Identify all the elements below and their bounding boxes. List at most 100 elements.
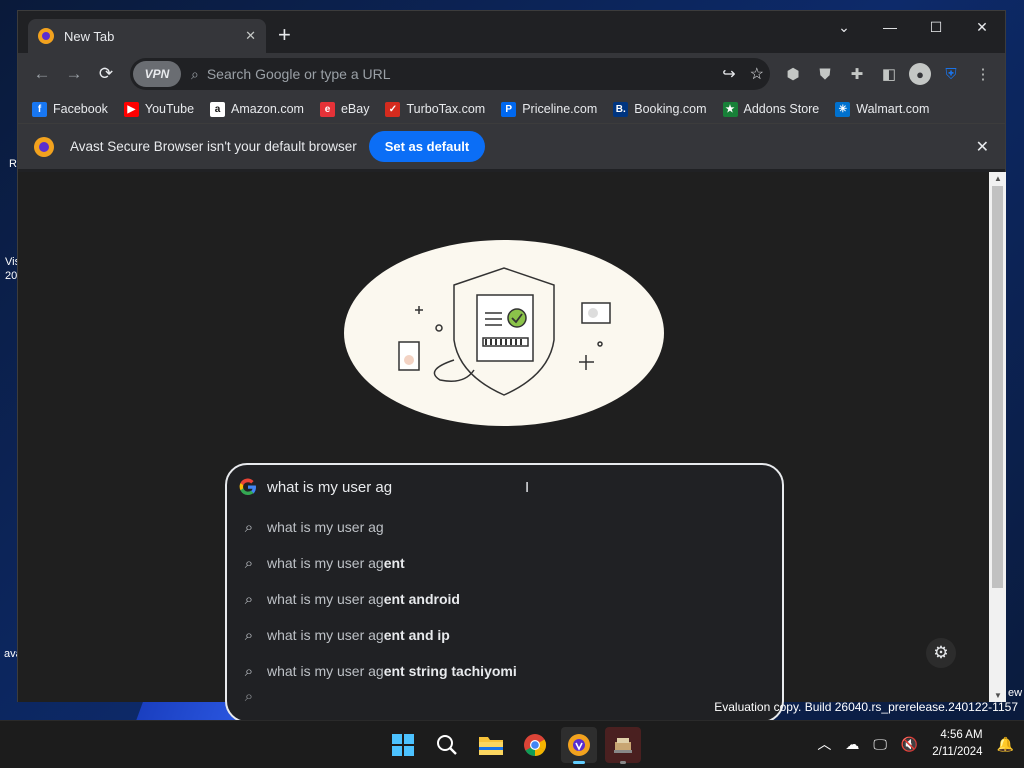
windows-logo-icon [392,734,414,756]
security-shield-icon[interactable]: ⛨ [939,58,963,90]
app-taskbar-button[interactable] [605,727,641,764]
facebook-icon: f [32,101,47,117]
new-tab-button[interactable]: + [278,23,291,47]
search-query-text: what is my user ag [267,478,393,496]
scrollbar-thumb[interactable] [992,186,1003,588]
default-browser-infobar: Avast Secure Browser isn't your default … [18,123,1005,169]
tab-title: New Tab [64,28,115,44]
onedrive-cloud-icon[interactable]: ☁ [845,736,859,753]
forward-button[interactable]: → [58,58,90,90]
google-logo-icon [237,476,259,498]
desktop-label-fragment: 20 [5,270,18,282]
back-button[interactable]: ← [26,58,58,90]
suggestion-item[interactable]: ⌕ what is my user ag ent [227,545,782,581]
chrome-icon [524,734,546,756]
taskbar-clock[interactable]: 4:56 AM 2/11/2024 [932,727,982,761]
close-window-button[interactable]: ✕ [959,11,1005,43]
suggestion-text: what is my user ag [267,627,384,643]
addons-icon: ★ [722,101,738,117]
suggestion-item[interactable]: ⌕ what is my user ag ent string tachiyomi [227,653,782,689]
vpn-button[interactable]: VPN [133,61,181,87]
menu-kebab-icon[interactable]: ⋮ [971,58,995,90]
youtube-icon: ▶ [123,101,139,117]
page-scrollbar[interactable]: ▲ ▼ [989,172,1006,702]
extensions-puzzle-icon[interactable]: ✚ [845,58,869,90]
avast-browser-icon [568,734,590,756]
minimize-button[interactable]: — [867,11,913,43]
browser-toolbar: ← → ⟳ VPN ⌕ Search Google or type a URL … [18,53,1005,95]
omnibox[interactable]: VPN ⌕ Search Google or type a URL ↪ ☆ [130,58,770,90]
tab-strip: New Tab ✕ + ⌄ — ☐ ✕ [18,11,1005,53]
evaluation-watermark: Evaluation copy. Build 26040.rs_prerelea… [714,700,1018,714]
tab-new-tab[interactable]: New Tab ✕ [28,19,266,53]
tab-close-icon[interactable]: ✕ [245,28,256,44]
share-icon[interactable]: ↪ [722,64,735,84]
bookmark-item[interactable]: ★ Addons Store [722,101,819,117]
suggestion-item[interactable]: ⌕ what is my user ag [227,509,782,545]
folder-icon [479,737,503,755]
taskbar-search-button[interactable] [429,727,465,763]
search-icon: ⌕ [244,518,254,536]
chrome-taskbar-button[interactable] [517,727,553,763]
search-autocomplete-box[interactable]: what is my user ag I ⌕ what is my user ag… [225,463,784,723]
scroll-up-arrow-icon[interactable]: ▲ [994,174,1002,183]
bookmark-label: eBay [340,102,370,116]
clock-date: 2/11/2024 [932,746,983,758]
volume-muted-icon[interactable]: 🔇 [901,736,918,753]
search-icon: ⌕ [244,590,254,608]
maximize-button[interactable]: ☐ [913,11,959,43]
bookmark-label: Walmart.com [856,102,930,116]
search-input[interactable]: what is my user ag I [227,465,782,509]
file-explorer-button[interactable] [473,727,509,763]
reload-button[interactable]: ⟳ [90,58,122,90]
infobar-message: Avast Secure Browser isn't your default … [70,139,357,154]
customize-settings-icon[interactable]: ⚙ [926,638,956,668]
bookmark-label: Booking.com [634,102,707,116]
bookmarks-bar: f Facebook ▶ YouTube a Amazon.com e eBay ✓ TurboT… [18,95,1005,123]
system-tray: ︿ ☁ 🖵 🔇 4:56 AM 2/11/2024 🔔 [817,727,1014,761]
bookmark-star-icon[interactable]: ☆ [750,64,764,84]
bookmark-item[interactable]: f Facebook [32,101,108,117]
window-controls: ⌄ — ☐ ✕ [821,11,1005,43]
privacy-guard-icon[interactable]: ⬢ [781,58,805,90]
bookmark-item[interactable]: P Priceline.com [501,101,597,117]
search-icon [437,735,457,755]
search-icon: ⌕ [191,65,199,82]
show-hidden-icons-chevron-icon[interactable]: ︿ [817,734,831,754]
avast-browser-taskbar-button[interactable] [561,727,597,764]
shield-extension-icon[interactable]: ⛊ [813,58,837,90]
scroll-down-arrow-icon[interactable]: ▼ [994,691,1002,700]
priceline-icon: P [501,101,517,117]
suggestion-text: what is my user ag [267,591,384,607]
tab-search-chevron-icon[interactable]: ⌄ [821,11,867,43]
active-app-indicator [573,761,585,764]
package-app-icon [614,738,632,753]
amazon-icon: a [210,101,226,117]
sidebar-toggle-icon[interactable]: ◧ [877,58,901,90]
walmart-icon: ✳ [835,101,851,117]
turbotax-icon: ✓ [385,101,401,117]
bookmark-item[interactable]: B. Booking.com [613,101,707,117]
suggestion-item-clipped[interactable]: ⌕ [227,689,782,703]
bookmark-item[interactable]: ✓ TurboTax.com [385,101,485,117]
desktop-label-fragment: ew [1008,687,1023,699]
bookmark-item[interactable]: a Amazon.com [210,101,304,117]
suggestion-completion: ent string tachiyomi [383,663,517,679]
profile-avatar-icon[interactable]: ● [909,63,931,85]
bookmark-item[interactable]: ▶ YouTube [123,101,194,117]
clock-time: 4:56 AM [940,729,983,741]
avast-favicon-icon [38,28,54,44]
omnibox-placeholder: Search Google or type a URL [206,66,391,82]
notification-bell-icon[interactable]: 🔔 [997,736,1014,753]
network-icon[interactable]: 🖵 [873,736,887,753]
search-icon: ⌕ [244,626,254,644]
infobar-close-icon[interactable]: ✕ [976,137,989,157]
suggestion-item[interactable]: ⌕ what is my user ag ent and ip [227,617,782,653]
bookmark-item[interactable]: ✳ Walmart.com [835,101,930,117]
set-as-default-button[interactable]: Set as default [368,131,486,162]
bookmark-item[interactable]: e eBay [319,101,370,117]
avast-logo-icon [34,136,54,157]
start-button[interactable] [385,727,421,763]
windows-taskbar: ︿ ☁ 🖵 🔇 4:56 AM 2/11/2024 🔔 [0,720,1024,768]
suggestion-item[interactable]: ⌕ what is my user ag ent android [227,581,782,617]
